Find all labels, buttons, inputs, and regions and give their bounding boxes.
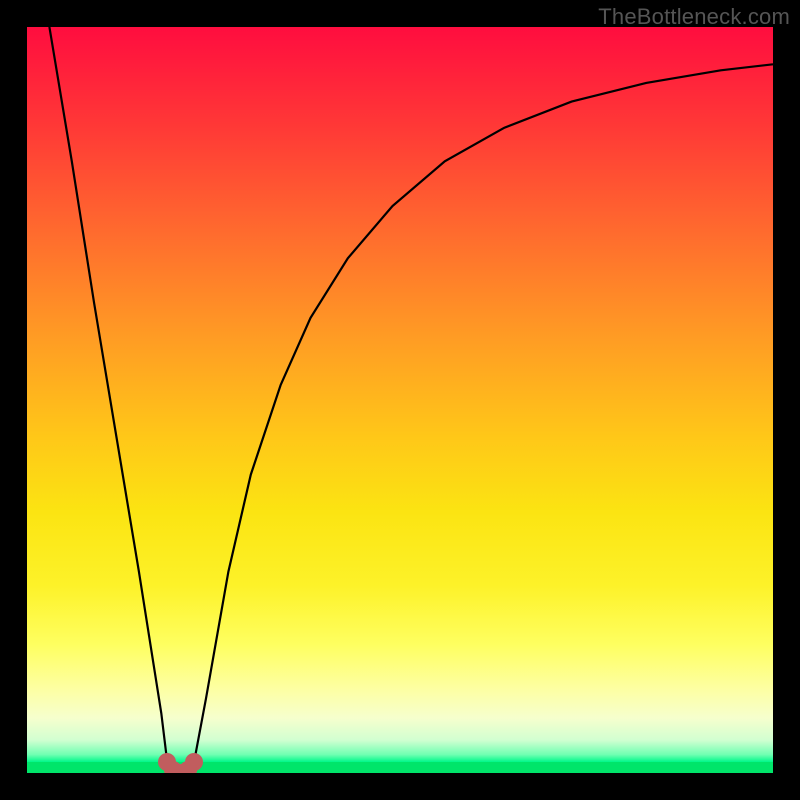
trough-marker-dot	[185, 753, 203, 771]
curve-left-branch	[49, 27, 167, 762]
plot-area	[27, 27, 773, 773]
curve-right-branch	[194, 64, 773, 762]
chart-frame: TheBottleneck.com	[0, 0, 800, 800]
bottleneck-curve	[27, 27, 773, 773]
